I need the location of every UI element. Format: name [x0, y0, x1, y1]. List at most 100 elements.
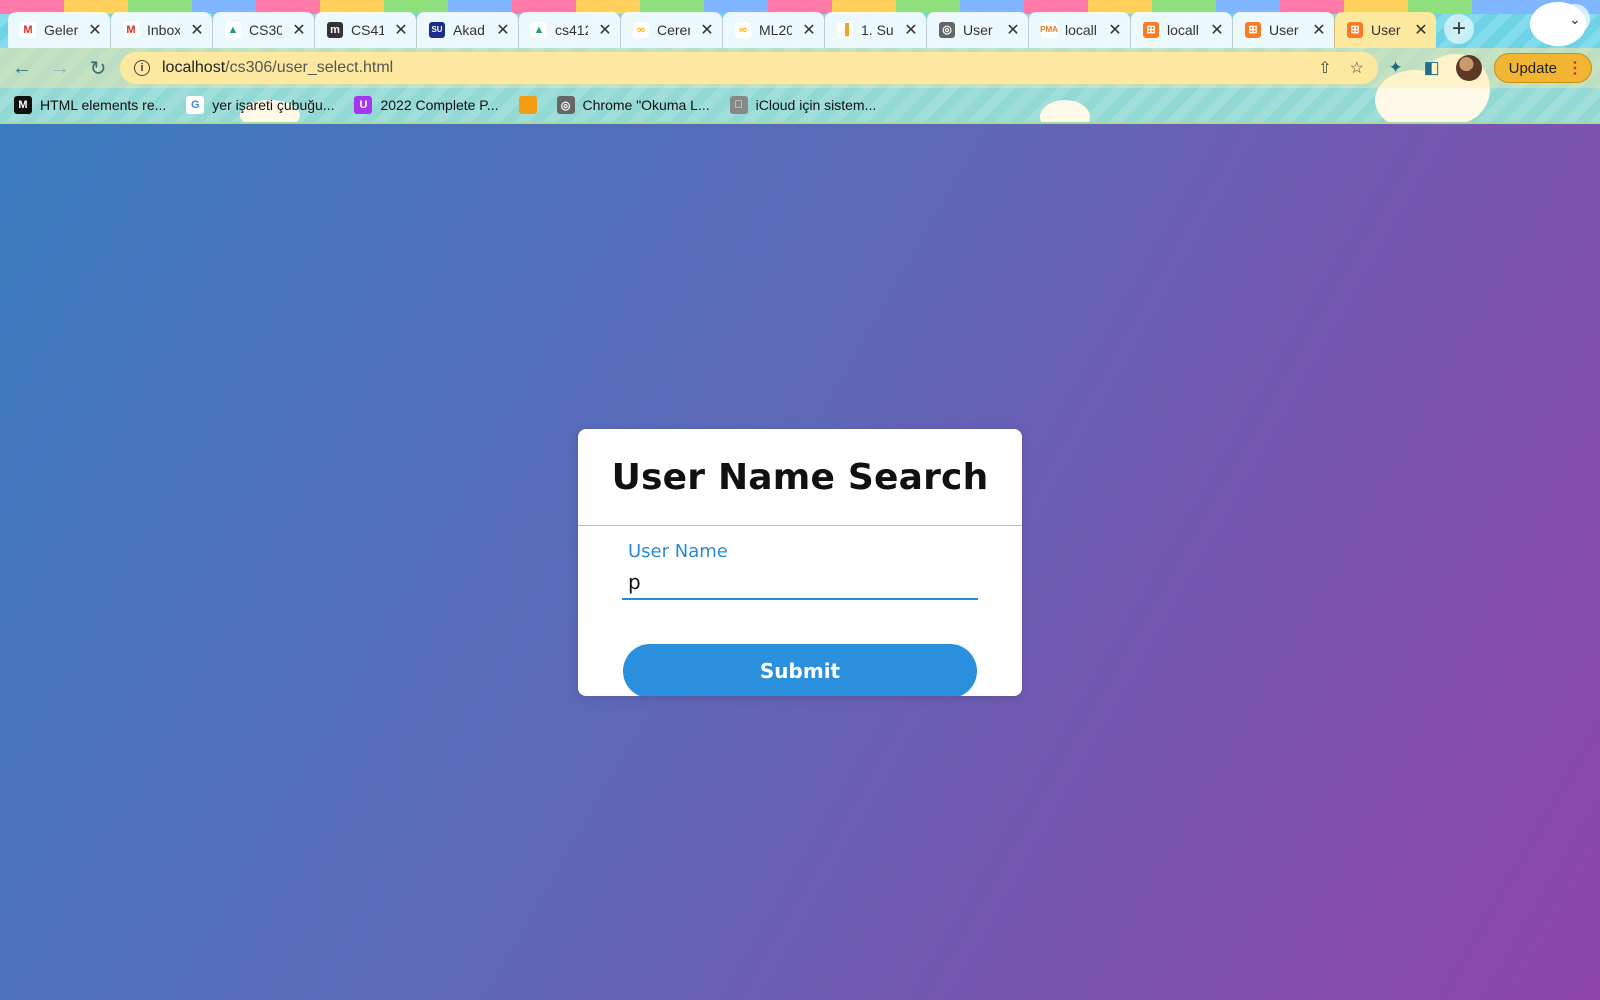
address-bar[interactable]: i localhost/cs306/user_select.html ⇧ ☆ [120, 52, 1378, 84]
m-logo-icon: m [327, 22, 343, 38]
xampp-icon: ⊞ [1143, 22, 1159, 38]
xampp-icon: ⊞ [1347, 22, 1363, 38]
bookmark-label: 2022 Complete P... [380, 97, 499, 113]
browser-tab[interactable]: m CS41 ✕ [314, 12, 416, 48]
close-icon[interactable]: ✕ [188, 20, 206, 40]
colab-icon: ∞ [735, 22, 751, 38]
tab-title: CS41 [351, 22, 384, 38]
share-icon[interactable]: ⇧ [1318, 58, 1331, 78]
forward-button[interactable]: → [44, 52, 76, 84]
tab-strip: M Geler ✕ M Inbox ✕ ▲ CS30 ✕ m CS41 ✕ SU Akad ✕ ▲ cs412 ✕… [0, 10, 1600, 48]
su-logo-icon: SU [429, 22, 445, 38]
site-info-icon[interactable]: i [134, 60, 150, 76]
user-name-input[interactable] [622, 566, 978, 600]
browser-tab[interactable]: M Inbox ✕ [110, 12, 212, 48]
tab-title: cs412 [555, 22, 588, 38]
url-host: localhost [162, 59, 226, 76]
bookmark-item[interactable]: U 2022 Complete P... [354, 96, 499, 114]
new-tab-button[interactable]: + [1444, 14, 1474, 44]
mdn-icon: M [14, 96, 32, 114]
browser-toolbar: ← → ↻ i localhost/cs306/user_select.html… [0, 48, 1600, 88]
extensions-puzzle-icon[interactable]: ✦ [1384, 56, 1408, 80]
chart-bars-icon: ▐ [837, 22, 853, 38]
toolbar-right: ✦ ◧ Update ⋮ [1384, 52, 1600, 84]
submit-button[interactable]: Submit [623, 644, 977, 696]
browser-chrome: M Geler ✕ M Inbox ✕ ▲ CS30 ✕ m CS41 ✕ SU Akad ✕ ▲ cs412 ✕… [0, 0, 1600, 124]
update-label: Update [1508, 59, 1557, 77]
browser-tab[interactable]: SU Akad ✕ [416, 12, 518, 48]
reload-button[interactable]: ↻ [82, 52, 114, 84]
close-icon[interactable]: ✕ [494, 20, 512, 40]
tab-title: Inbox [147, 22, 180, 38]
browser-tab[interactable]: ⊞ locall ✕ [1130, 12, 1232, 48]
url-path: /cs306/user_select.html [225, 59, 394, 76]
gmail-icon: M [20, 22, 36, 38]
xampp-icon: ⊞ [1245, 22, 1261, 38]
user-name-label: User Name [628, 541, 728, 562]
bookmark-label: iCloud için sistem... [755, 97, 877, 113]
close-icon[interactable]: ✕ [1310, 20, 1328, 40]
browser-tab[interactable]: ▲ cs412 ✕ [518, 12, 620, 48]
close-icon[interactable]: ✕ [596, 20, 614, 40]
bookmark-label: HTML elements re... [40, 97, 167, 113]
browser-tab[interactable]: ▐ 1. Su ✕ [824, 12, 926, 48]
bookmark-label: yer işareti çubuğu... [212, 97, 335, 113]
search-card: User Name Search User Name Submit [578, 429, 1022, 696]
close-icon[interactable]: ✕ [1106, 20, 1124, 40]
close-icon[interactable]: ✕ [290, 20, 308, 40]
bookmark-item[interactable]: Gyer işareti çubuğu... [186, 96, 334, 114]
google-drive-icon: ▲ [225, 22, 241, 38]
tab-title: User [963, 22, 993, 38]
colab-icon: ∞ [633, 22, 649, 38]
tab-title: Akad [453, 22, 485, 38]
bookmarks-bar: M HTML elements re... Gyer işareti çubuğu.… [0, 88, 1600, 122]
browser-tab[interactable]: ∞ ML20 ✕ [722, 12, 824, 48]
phpmyadmin-icon: PMA [1040, 22, 1058, 38]
tab-title: Cerer [657, 22, 690, 38]
page-title: User Name Search [578, 429, 1022, 526]
close-icon[interactable]: ✕ [1208, 20, 1226, 40]
browser-tab[interactable]: ⊞ User ✕ [1232, 12, 1334, 48]
close-icon[interactable]: ✕ [698, 20, 716, 40]
close-icon[interactable]: ✕ [902, 20, 920, 40]
tab-title: locall [1167, 22, 1199, 38]
side-panel-icon[interactable]: ◧ [1420, 56, 1444, 80]
browser-tab[interactable]: M Geler ✕ [8, 12, 110, 48]
page-background: User Name Search User Name Submit [0, 124, 1600, 1000]
tab-title: CS30 [249, 22, 282, 38]
globe-icon: ◎ [939, 22, 955, 38]
close-icon[interactable]: ✕ [1004, 20, 1022, 40]
google-drive-icon: ▲ [531, 22, 547, 38]
bookmark-item[interactable] [518, 96, 537, 114]
kebab-menu-icon: ⋮ [1567, 60, 1583, 77]
apple-icon:  [729, 96, 748, 114]
back-button[interactable]: ← [6, 52, 38, 84]
browser-tab[interactable]: ∞ Cerer ✕ [620, 12, 722, 48]
close-icon[interactable]: ✕ [392, 20, 410, 40]
browser-tab[interactable]: ▲ CS30 ✕ [212, 12, 314, 48]
tab-search-button[interactable]: ⌄ [1560, 4, 1590, 34]
tab-title: Geler [44, 22, 78, 38]
profile-avatar[interactable] [1455, 55, 1482, 81]
bookmark-label: Chrome "Okuma L... [582, 97, 710, 113]
folder-icon [518, 96, 537, 114]
bookmark-item[interactable]: M HTML elements re... [14, 96, 166, 114]
tab-title: User [1371, 22, 1401, 38]
bookmark-item[interactable]:  iCloud için sistem... [729, 96, 877, 114]
bookmark-item[interactable]: ◎ Chrome "Okuma L... [556, 96, 710, 114]
tab-title: User [1269, 22, 1299, 38]
bookmark-star-icon[interactable]: ☆ [1350, 58, 1364, 78]
browser-tab[interactable]: ◎ User ✕ [926, 12, 1028, 48]
user-name-field: User Name [622, 541, 978, 600]
tab-title: 1. Su [861, 22, 894, 38]
udemy-icon: U [354, 96, 373, 114]
globe-icon: ◎ [556, 96, 575, 114]
close-icon[interactable]: ✕ [800, 20, 818, 40]
tab-title: locall [1065, 22, 1097, 38]
close-icon[interactable]: ✕ [1412, 20, 1430, 40]
update-button[interactable]: Update ⋮ [1493, 53, 1592, 83]
close-icon[interactable]: ✕ [86, 20, 104, 40]
gmail-icon: M [123, 22, 139, 38]
browser-tab[interactable]: ⊞ User ✕ [1334, 12, 1436, 48]
browser-tab[interactable]: PMA locall ✕ [1028, 12, 1130, 48]
